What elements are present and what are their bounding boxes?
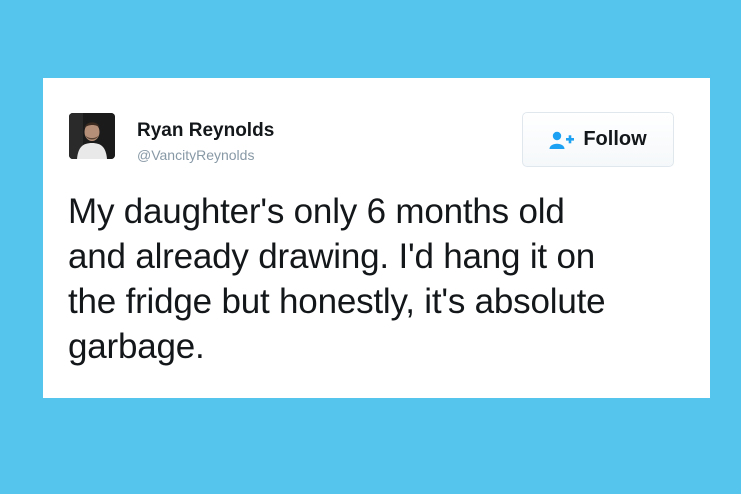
tweet-card: Ryan Reynolds @VancityReynolds Follow My… — [43, 78, 710, 398]
tweet-text-line: My daughter's only 6 months old — [68, 192, 565, 231]
profile-photo-icon — [69, 113, 115, 159]
tweet-text: My daughter's only 6 months old and alre… — [68, 189, 698, 369]
follow-label: Follow — [583, 128, 647, 150]
tweet-text-line: garbage. — [68, 327, 205, 366]
follow-button[interactable]: Follow — [522, 112, 674, 167]
tweet-text-line: the fridge but honestly, it's absolute — [68, 282, 606, 321]
add-user-icon — [549, 131, 575, 149]
tweet-text-line: and already drawing. I'd hang it on — [68, 237, 595, 276]
author-handle[interactable]: @VancityReynolds — [137, 147, 254, 163]
author-name[interactable]: Ryan Reynolds — [137, 120, 274, 142]
author-avatar[interactable] — [69, 113, 115, 159]
